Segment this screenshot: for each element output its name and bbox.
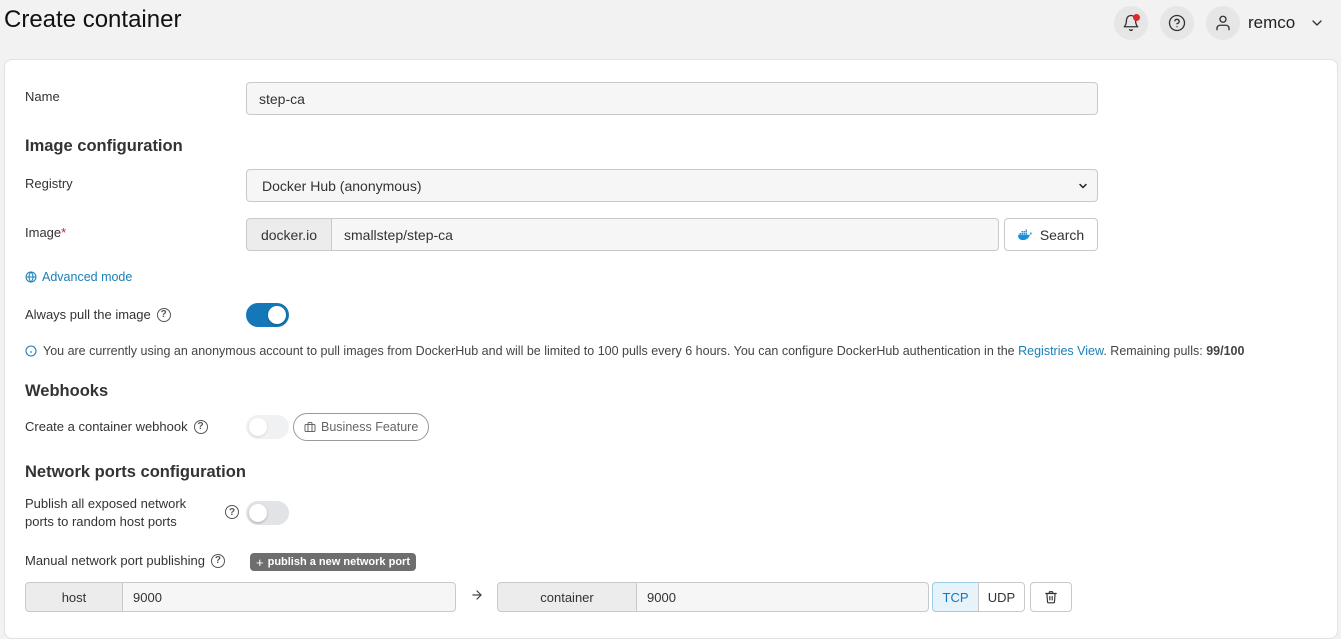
manual-port-label-text: Manual network port publishing bbox=[25, 553, 205, 568]
create-webhook-label-text: Create a container webhook bbox=[25, 419, 188, 434]
chevron-down-icon bbox=[1312, 20, 1322, 26]
registry-select[interactable]: Docker Hub (anonymous) bbox=[246, 169, 1098, 202]
advanced-mode-link[interactable]: Advanced mode bbox=[25, 270, 132, 284]
publish-all-label-line2: ports to random host ports bbox=[25, 514, 177, 529]
pull-info-text: You are currently using an anonymous acc… bbox=[43, 344, 1015, 358]
plus-icon: + bbox=[256, 554, 264, 570]
always-pull-toggle[interactable] bbox=[246, 303, 289, 327]
arrow-right-icon bbox=[472, 590, 482, 600]
business-feature-badge: Business Feature bbox=[293, 413, 430, 441]
manual-port-label: Manual network port publishing ? bbox=[25, 553, 225, 568]
container-port-input[interactable]: 9000 bbox=[636, 582, 929, 612]
image-input[interactable]: smallstep/step-ca bbox=[331, 218, 999, 251]
toggle-knob bbox=[249, 418, 267, 436]
toggle-knob bbox=[249, 504, 267, 522]
publish-new-port-button[interactable]: + publish a new network port bbox=[250, 553, 416, 571]
protocol-tcp-button[interactable]: TCP bbox=[932, 582, 979, 612]
user-name: remco bbox=[1248, 13, 1296, 32]
registry-selected-value: Docker Hub (anonymous) bbox=[262, 177, 422, 194]
publish-all-label: Publish all exposed network ports to ran… bbox=[25, 495, 186, 531]
host-port-label: host bbox=[25, 582, 123, 612]
remaining-pulls: 99/100 bbox=[1206, 344, 1245, 358]
webhook-toggle bbox=[246, 415, 289, 439]
help-icon[interactable]: ? bbox=[225, 505, 239, 519]
globe-icon bbox=[25, 271, 37, 283]
network-ports-title: Network ports configuration bbox=[25, 463, 246, 481]
toggle-knob bbox=[268, 306, 286, 324]
remove-port-button[interactable] bbox=[1030, 582, 1072, 612]
create-webhook-label: Create a container webhook ? bbox=[25, 419, 208, 434]
image-label-text: Image bbox=[25, 225, 62, 240]
registries-view-link[interactable]: Registries View bbox=[1018, 344, 1103, 358]
registry-label: Registry bbox=[25, 176, 73, 191]
help-circle-icon bbox=[1168, 14, 1186, 32]
page-title: Create container bbox=[4, 6, 182, 33]
notifications-button[interactable] bbox=[1114, 6, 1148, 40]
briefcase-icon bbox=[304, 422, 316, 432]
image-registry-prefix: docker.io bbox=[246, 218, 332, 251]
chevron-down-icon bbox=[1079, 183, 1087, 188]
help-icon[interactable]: ? bbox=[193, 419, 208, 434]
always-pull-label: Always pull the image ? bbox=[25, 307, 171, 322]
always-pull-label-text: Always pull the image bbox=[25, 307, 151, 322]
help-icon[interactable]: ? bbox=[156, 307, 171, 322]
image-configuration-title: Image configuration bbox=[25, 137, 183, 155]
container-port-label: container bbox=[497, 582, 637, 612]
required-mark: * bbox=[61, 225, 67, 240]
business-feature-label: Business Feature bbox=[321, 420, 419, 434]
pull-info-message: You are currently using an anonymous acc… bbox=[25, 344, 1244, 358]
search-button-label: Search bbox=[1039, 226, 1085, 243]
advanced-mode-label: Advanced mode bbox=[42, 270, 133, 284]
docker-icon bbox=[1017, 229, 1034, 240]
pull-info-suffix: . Remaining pulls: bbox=[1103, 344, 1203, 358]
help-icon[interactable]: ? bbox=[210, 553, 225, 568]
user-avatar[interactable] bbox=[1206, 6, 1240, 40]
protocol-udp-button[interactable]: UDP bbox=[978, 582, 1025, 612]
image-label: Image* bbox=[25, 225, 66, 240]
info-icon bbox=[25, 345, 37, 357]
help-button[interactable] bbox=[1160, 6, 1194, 40]
host-port-input[interactable]: 9000 bbox=[122, 582, 456, 612]
create-container-form: Name step-ca Image configuration Registr… bbox=[4, 59, 1338, 639]
trash-icon bbox=[1045, 591, 1057, 604]
notification-badge bbox=[1133, 14, 1140, 21]
publish-new-port-label: publish a new network port bbox=[267, 556, 410, 568]
search-button[interactable]: Search bbox=[1004, 218, 1098, 251]
publish-all-toggle[interactable] bbox=[246, 501, 289, 525]
webhooks-title: Webhooks bbox=[25, 382, 109, 400]
user-menu[interactable]: remco bbox=[1248, 6, 1325, 40]
publish-all-label-line1: Publish all exposed network bbox=[25, 496, 187, 511]
name-input[interactable]: step-ca bbox=[246, 82, 1098, 115]
name-label: Name bbox=[25, 89, 60, 104]
user-icon bbox=[1216, 15, 1230, 31]
